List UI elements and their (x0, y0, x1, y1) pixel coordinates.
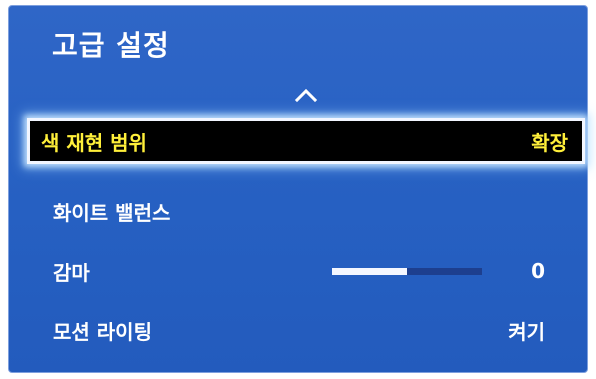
menu-item-value: 확장 (531, 130, 568, 155)
menu-item-label: 감마 (53, 260, 90, 285)
menu-title: 고급 설정 (52, 29, 170, 62)
menu-item-label: 모션 라이팅 (53, 319, 152, 344)
gamma-slider-fill (332, 268, 407, 275)
advanced-settings-panel: 고급 설정 색 재현 범위 확장 화이트 밸런스 감마 0 모션 라이팅 켜기 (8, 5, 588, 373)
menu-item-value: 켜기 (508, 319, 545, 344)
menu-item-label: 화이트 밸런스 (53, 200, 171, 225)
chevron-up-icon[interactable] (293, 86, 319, 104)
gamma-slider[interactable] (332, 268, 482, 275)
menu-item-value: 0 (531, 259, 545, 283)
menu-item-label: 색 재현 범위 (41, 130, 147, 155)
menu-item-white-balance[interactable]: 화이트 밸런스 (42, 188, 556, 234)
menu-item-gamma[interactable]: 감마 0 (42, 248, 556, 294)
menu-item-color-gamut[interactable]: 색 재현 범위 확장 (27, 118, 585, 164)
menu-item-motion-lighting[interactable]: 모션 라이팅 켜기 (42, 307, 556, 353)
